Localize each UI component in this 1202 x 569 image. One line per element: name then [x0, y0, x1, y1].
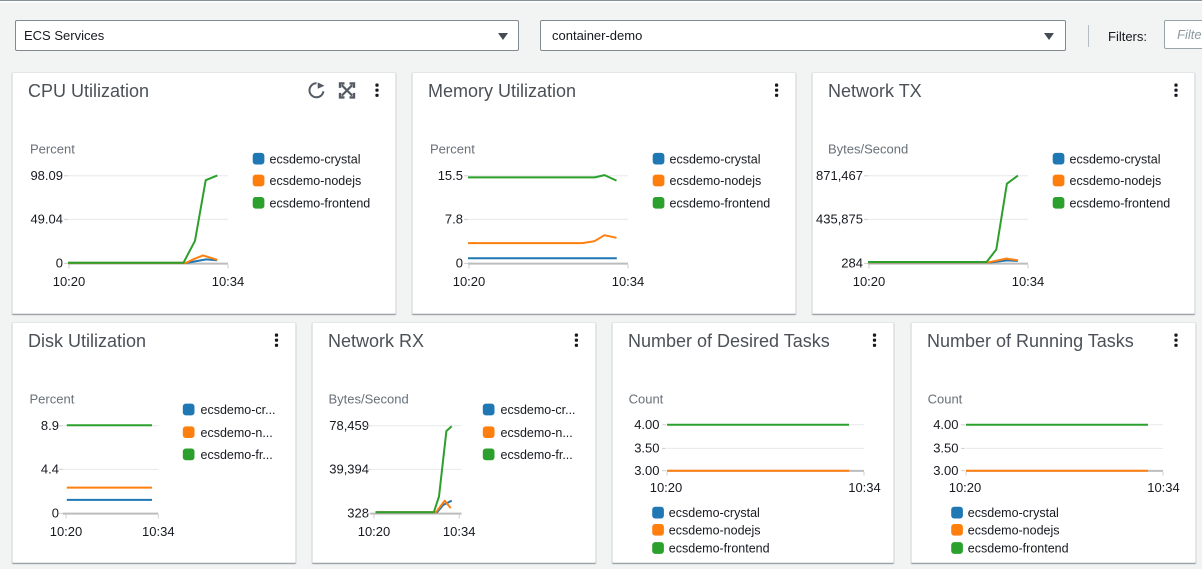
svg-text:15.5: 15.5 — [438, 168, 463, 183]
svg-text:Network TX: Network TX — [828, 81, 922, 101]
svg-text:0: 0 — [456, 256, 463, 271]
svg-text:ecsdemo-cr...: ecsdemo-cr... — [201, 403, 276, 417]
svg-text:0: 0 — [52, 505, 59, 520]
svg-text:10:20: 10:20 — [650, 480, 683, 495]
svg-text:3.50: 3.50 — [933, 440, 958, 455]
svg-text:ecsdemo-frontend: ecsdemo-frontend — [968, 541, 1069, 555]
svg-text:3.50: 3.50 — [634, 440, 659, 455]
svg-text:871,467: 871,467 — [816, 168, 863, 183]
svg-text:ecsdemo-n...: ecsdemo-n... — [201, 425, 273, 439]
svg-text:ecsdemo-frontend: ecsdemo-frontend — [670, 196, 771, 210]
svg-text:ecsdemo-crystal: ecsdemo-crystal — [270, 152, 361, 166]
svg-text:ecsdemo-fr...: ecsdemo-fr... — [501, 448, 573, 462]
svg-text:ecsdemo-crystal: ecsdemo-crystal — [1070, 152, 1161, 166]
svg-text:Count: Count — [629, 391, 664, 406]
svg-text:10:20: 10:20 — [358, 524, 391, 539]
svg-text:Memory Utilization: Memory Utilization — [428, 81, 576, 101]
svg-text:10:34: 10:34 — [142, 524, 175, 539]
svg-text:Bytes/Second: Bytes/Second — [329, 391, 409, 406]
svg-text:4.4: 4.4 — [41, 461, 59, 476]
svg-text:Number of Running Tasks: Number of Running Tasks — [927, 331, 1134, 351]
svg-text:Network RX: Network RX — [328, 331, 424, 351]
svg-text:Percent: Percent — [430, 142, 475, 157]
svg-text:ecsdemo-fr...: ecsdemo-fr... — [201, 448, 273, 462]
svg-text:98.09: 98.09 — [30, 168, 63, 183]
svg-text:ecsdemo-frontend: ecsdemo-frontend — [1070, 196, 1171, 210]
svg-text:CPU Utilization: CPU Utilization — [28, 81, 149, 101]
svg-text:ecsdemo-crystal: ecsdemo-crystal — [670, 152, 761, 166]
svg-text:0: 0 — [56, 256, 63, 271]
svg-text:284: 284 — [841, 256, 863, 271]
svg-text:10:20: 10:20 — [453, 274, 486, 289]
svg-text:39,394: 39,394 — [329, 461, 369, 476]
svg-text:4.00: 4.00 — [933, 417, 958, 432]
svg-text:Disk Utilization: Disk Utilization — [28, 331, 146, 351]
svg-text:ecsdemo-frontend: ecsdemo-frontend — [270, 196, 371, 210]
svg-text:ecsdemo-crystal: ecsdemo-crystal — [968, 506, 1059, 520]
svg-text:10:20: 10:20 — [853, 274, 886, 289]
svg-text:Number of Desired Tasks: Number of Desired Tasks — [628, 331, 830, 351]
svg-text:3.00: 3.00 — [933, 463, 958, 478]
svg-text:Percent: Percent — [30, 391, 75, 406]
svg-text:ecsdemo-nodejs: ecsdemo-nodejs — [669, 523, 761, 537]
svg-text:Count: Count — [928, 391, 963, 406]
svg-text:ecsdemo-n...: ecsdemo-n... — [501, 425, 573, 439]
svg-text:7.8: 7.8 — [445, 212, 463, 227]
svg-text:78,459: 78,459 — [329, 418, 369, 433]
svg-text:10:20: 10:20 — [949, 480, 982, 495]
svg-text:10:34: 10:34 — [1147, 480, 1180, 495]
svg-text:8.9: 8.9 — [41, 418, 59, 433]
svg-text:3.00: 3.00 — [634, 463, 659, 478]
svg-text:10:34: 10:34 — [443, 524, 476, 539]
svg-text:ecsdemo-nodejs: ecsdemo-nodejs — [670, 174, 762, 188]
svg-text:ecsdemo-frontend: ecsdemo-frontend — [669, 541, 770, 555]
svg-text:10:34: 10:34 — [612, 274, 645, 289]
svg-text:328: 328 — [347, 505, 369, 520]
svg-text:10:20: 10:20 — [50, 524, 83, 539]
svg-text:10:20: 10:20 — [53, 274, 86, 289]
svg-text:10:34: 10:34 — [212, 274, 245, 289]
svg-text:4.00: 4.00 — [634, 417, 659, 432]
svg-text:ecsdemo-crystal: ecsdemo-crystal — [669, 506, 760, 520]
svg-text:Percent: Percent — [30, 142, 75, 157]
svg-text:ecsdemo-nodejs: ecsdemo-nodejs — [270, 174, 362, 188]
svg-text:10:34: 10:34 — [848, 480, 881, 495]
svg-text:10:34: 10:34 — [1012, 274, 1045, 289]
svg-text:ecsdemo-nodejs: ecsdemo-nodejs — [1070, 174, 1162, 188]
svg-text:49.04: 49.04 — [30, 212, 63, 227]
svg-text:435,875: 435,875 — [816, 212, 863, 227]
svg-text:ecsdemo-cr...: ecsdemo-cr... — [501, 403, 576, 417]
svg-text:ecsdemo-nodejs: ecsdemo-nodejs — [968, 523, 1060, 537]
svg-text:Bytes/Second: Bytes/Second — [828, 142, 908, 157]
